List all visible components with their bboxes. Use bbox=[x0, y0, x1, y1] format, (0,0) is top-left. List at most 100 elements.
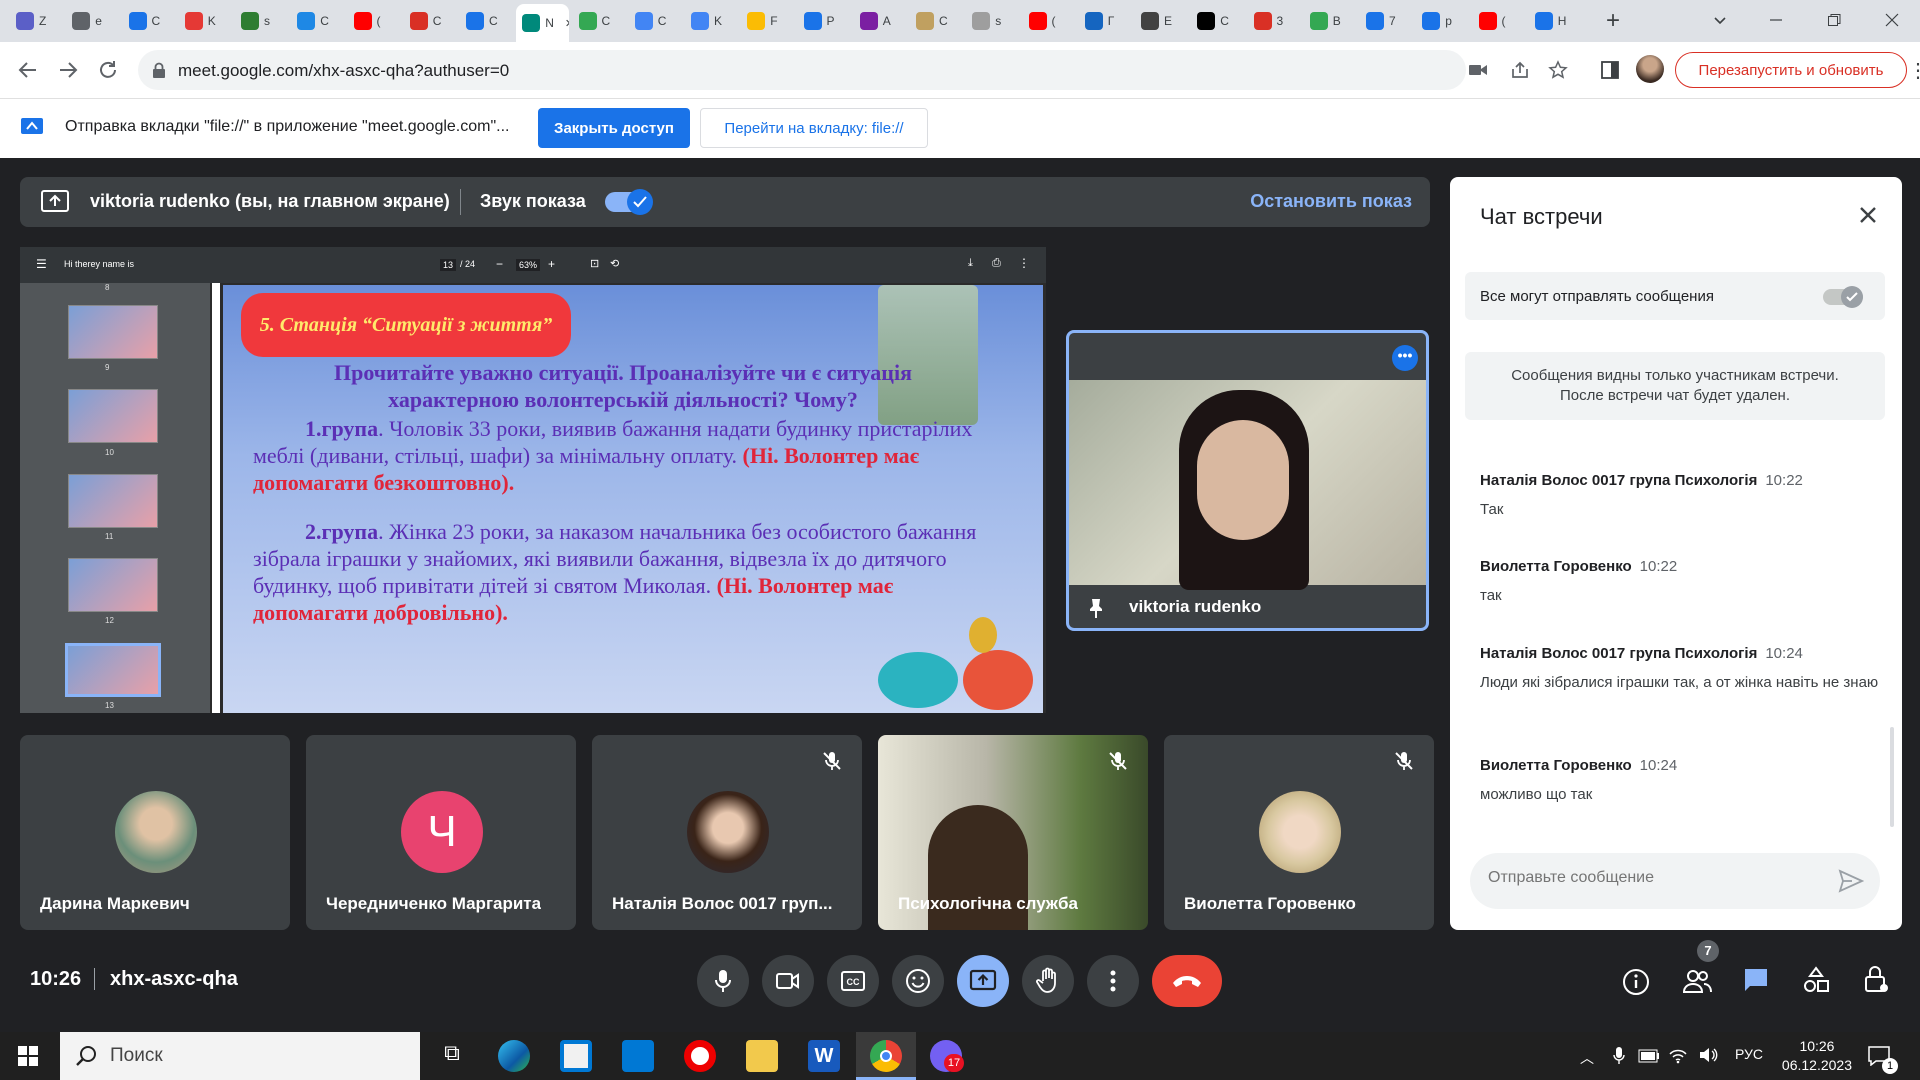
thumbnail-page[interactable] bbox=[68, 474, 158, 528]
browser-tab[interactable]: 3 bbox=[1248, 8, 1300, 34]
pdf-page-number[interactable]: 13 bbox=[440, 259, 457, 271]
volume-icon[interactable] bbox=[1698, 1046, 1718, 1064]
share-icon[interactable] bbox=[1510, 61, 1530, 79]
participant-tile[interactable]: Психологічна служба bbox=[878, 735, 1148, 930]
pdf-menu-icon[interactable]: ☰ bbox=[36, 257, 47, 271]
chat-input-box[interactable] bbox=[1470, 853, 1880, 909]
activities-icon[interactable] bbox=[1802, 966, 1830, 994]
store-icon[interactable] bbox=[560, 1040, 592, 1072]
self-video-tile[interactable]: ••• viktoria rudenko bbox=[1066, 330, 1429, 631]
tray-chevron-icon[interactable]: ︿ bbox=[1580, 1048, 1594, 1068]
forward-icon[interactable] bbox=[56, 58, 80, 82]
browser-menu-icon[interactable]: ⋮ bbox=[1908, 58, 1920, 83]
address-bar[interactable]: meet.google.com/xhx-asxc-qha?authuser=0 bbox=[138, 50, 1568, 90]
lock-icon[interactable] bbox=[152, 62, 166, 78]
meeting-info-icon[interactable] bbox=[1622, 968, 1650, 996]
participant-tile[interactable]: Дарина Маркевич bbox=[20, 735, 290, 930]
browser-tab[interactable]: Г bbox=[1079, 8, 1131, 34]
browser-tab[interactable]: C bbox=[573, 8, 625, 34]
chat-scrollbar[interactable] bbox=[1890, 727, 1894, 827]
send-icon[interactable] bbox=[1838, 869, 1864, 893]
go-to-tab-button[interactable]: Перейти на вкладку: file:// bbox=[700, 108, 928, 148]
reload-icon[interactable] bbox=[96, 58, 120, 82]
reactions-button[interactable] bbox=[892, 955, 944, 1007]
back-icon[interactable] bbox=[16, 58, 40, 82]
tray-mic-icon[interactable] bbox=[1612, 1046, 1626, 1066]
browser-tab[interactable]: ( bbox=[348, 8, 400, 34]
browser-tab[interactable]: ( bbox=[1473, 8, 1525, 34]
mic-button[interactable] bbox=[697, 955, 749, 1007]
browser-tab[interactable]: A bbox=[854, 8, 906, 34]
pdf-download-icon[interactable]: ⤓ bbox=[968, 257, 973, 270]
pdf-more-icon[interactable]: ⋮ bbox=[1018, 256, 1030, 270]
present-button[interactable] bbox=[957, 955, 1009, 1007]
tile-more-options-icon[interactable]: ••• bbox=[1392, 345, 1418, 371]
bookmark-star-icon[interactable] bbox=[1548, 60, 1568, 80]
side-panel-icon[interactable] bbox=[1600, 60, 1620, 80]
window-close-icon[interactable] bbox=[1884, 12, 1900, 28]
pdf-zoom-out-icon[interactable]: − bbox=[496, 257, 503, 271]
participant-tile[interactable]: Наталія Волос 0017 груп... bbox=[592, 735, 862, 930]
browser-tab[interactable]: E bbox=[1135, 8, 1187, 34]
browser-tab[interactable]: B bbox=[1304, 8, 1356, 34]
browser-tab[interactable]: C bbox=[404, 8, 456, 34]
pdf-print-icon[interactable]: ⎙ bbox=[992, 257, 1001, 270]
presentation-audio-toggle[interactable] bbox=[605, 189, 653, 215]
stop-sharing-access-button[interactable]: Закрыть доступ bbox=[538, 108, 690, 148]
pdf-rotate-icon[interactable]: ⟲ bbox=[610, 257, 619, 270]
thumbnail-page[interactable] bbox=[68, 389, 158, 443]
browser-tab[interactable]: s bbox=[966, 8, 1018, 34]
restore-icon[interactable] bbox=[1826, 12, 1842, 28]
taskbar-search[interactable]: Поиск bbox=[60, 1032, 420, 1080]
new-tab-button[interactable]: + bbox=[1600, 8, 1626, 34]
raise-hand-button[interactable] bbox=[1022, 955, 1074, 1007]
browser-tab[interactable]: N✕ bbox=[516, 4, 569, 42]
tab-search-icon[interactable] bbox=[1710, 10, 1730, 30]
chrome-taskbar-button[interactable] bbox=[856, 1032, 916, 1080]
browser-tab[interactable]: K bbox=[179, 8, 231, 34]
edge-icon[interactable] bbox=[498, 1040, 530, 1072]
browser-tab[interactable]: 7 bbox=[1360, 8, 1412, 34]
thumbnail-page[interactable] bbox=[68, 558, 158, 612]
pin-icon[interactable] bbox=[1087, 597, 1105, 619]
browser-tab[interactable]: p bbox=[1416, 8, 1468, 34]
wifi-icon[interactable] bbox=[1668, 1046, 1688, 1064]
pdf-zoom-value[interactable]: 63% bbox=[516, 259, 541, 271]
participant-tile[interactable]: Виолетта Горовенко bbox=[1164, 735, 1434, 930]
browser-tab[interactable]: F bbox=[741, 8, 793, 34]
chat-message-input[interactable] bbox=[1488, 869, 1818, 887]
browser-tab[interactable]: C bbox=[123, 8, 175, 34]
word-icon[interactable]: W bbox=[808, 1040, 840, 1072]
browser-tab[interactable]: C bbox=[460, 8, 512, 34]
browser-tab[interactable]: C bbox=[910, 8, 962, 34]
browser-tab[interactable]: P bbox=[798, 8, 850, 34]
windows-start-icon[interactable] bbox=[18, 1046, 38, 1066]
people-icon[interactable] bbox=[1682, 968, 1712, 994]
tray-clock[interactable]: 10:26 06.12.2023 bbox=[1782, 1037, 1852, 1075]
leave-call-button[interactable] bbox=[1152, 955, 1222, 1007]
opera-icon[interactable] bbox=[684, 1040, 716, 1072]
browser-tab[interactable]: ( bbox=[1023, 8, 1075, 34]
url-text[interactable]: meet.google.com/xhx-asxc-qha?authuser=0 bbox=[178, 61, 509, 81]
host-controls-icon[interactable] bbox=[1862, 964, 1890, 994]
close-icon[interactable] bbox=[1854, 201, 1882, 229]
chat-icon[interactable] bbox=[1742, 966, 1770, 994]
chat-permission-toggle[interactable] bbox=[1823, 286, 1863, 308]
browser-tab[interactable]: C bbox=[629, 8, 681, 34]
browser-tab[interactable]: e bbox=[66, 8, 118, 34]
camera-button[interactable] bbox=[762, 955, 814, 1007]
captions-button[interactable]: CC bbox=[827, 955, 879, 1007]
camera-in-use-icon[interactable] bbox=[1468, 61, 1488, 79]
input-language[interactable]: РУС bbox=[1735, 1046, 1763, 1062]
thumbnail-page-active[interactable] bbox=[65, 643, 161, 697]
minimize-icon[interactable] bbox=[1768, 12, 1784, 28]
profile-avatar[interactable] bbox=[1636, 55, 1664, 83]
relaunch-update-button[interactable]: Перезапустить и обновить bbox=[1675, 52, 1907, 88]
thumbnail-page[interactable] bbox=[68, 305, 158, 359]
tab-close-icon[interactable]: ✕ bbox=[565, 17, 569, 30]
participant-tile[interactable]: Ч Чередниченко Маргарита bbox=[306, 735, 576, 930]
mail-icon[interactable] bbox=[622, 1040, 654, 1072]
thumbnail-scrollbar[interactable] bbox=[212, 283, 220, 713]
browser-tab[interactable]: K bbox=[685, 8, 737, 34]
more-options-button[interactable] bbox=[1087, 955, 1139, 1007]
